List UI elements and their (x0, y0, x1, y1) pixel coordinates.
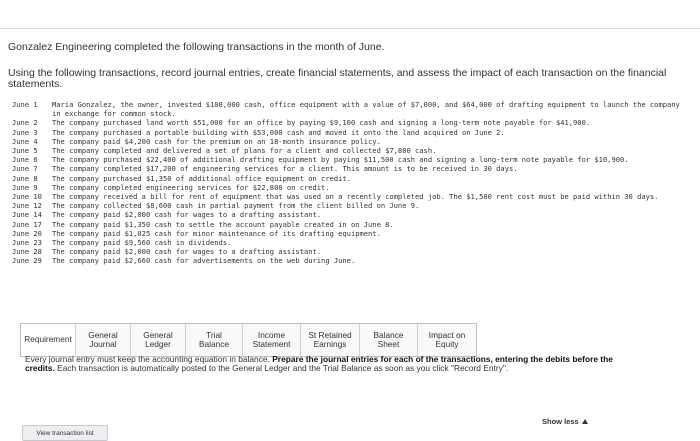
transaction-row: June 2 The company purchased land worth $… (12, 118, 692, 127)
transaction-row: June 10 The company received a bill for r… (12, 192, 692, 201)
instructions: Every journal entry must keep the accoun… (25, 354, 625, 374)
transaction-row: June 8 The company purchased $1,350 of ad… (12, 174, 692, 183)
transaction-row: June 20 The company paid $1,025 cash for … (12, 229, 692, 238)
transaction-date: June 17 (12, 219, 42, 229)
tab-impact-on-equity[interactable]: Impact on Equity (418, 324, 476, 356)
transaction-date: June 3 (12, 127, 38, 137)
tab-st-retained-earnings[interactable]: St Retained Earnings (301, 324, 360, 356)
transaction-text: The company purchased $22,400 of additio… (52, 155, 629, 165)
transaction-date: June 12 (12, 201, 42, 211)
transaction-date: June 1 (12, 100, 38, 109)
transaction-date: June 2 (12, 118, 38, 128)
show-less-label: Show less (542, 417, 579, 426)
transaction-row: June 5 The company completed and delivere… (12, 146, 692, 155)
transaction-text: Maria Gonzalez, the owner, invested $108… (52, 100, 685, 119)
transaction-date: June 10 (12, 192, 42, 202)
transaction-row: June 1 Maria Gonzalez, the owner, investe… (12, 100, 692, 118)
transaction-text: The company paid $1,025 cash for minor m… (52, 228, 381, 238)
transaction-row: June 17 The company paid $1,350 cash to s… (12, 220, 692, 229)
transaction-text: The company purchased land worth $51,000… (52, 118, 591, 128)
triangle-up-icon (581, 419, 588, 424)
transaction-date: June 29 (12, 256, 42, 266)
transaction-row: June 4 The company paid $4,200 cash for t… (12, 137, 692, 146)
transaction-row: June 3 The company purchased a portable b… (12, 128, 692, 137)
transaction-list: June 1 Maria Gonzalez, the owner, investe… (12, 100, 692, 266)
transaction-row: June 23 The company paid $9,560 cash in d… (12, 238, 692, 247)
intro-text: Using the following transactions, record… (8, 67, 667, 90)
top-divider (0, 28, 700, 29)
transaction-date: June 7 (12, 164, 38, 174)
transaction-text: The company purchased $1,350 of addition… (52, 173, 351, 183)
page-title: Gonzalez Engineering completed the follo… (8, 41, 385, 53)
transaction-date: June 9 (12, 182, 38, 192)
transaction-text: The company completed and delivered a se… (52, 146, 437, 156)
transaction-row: June 7 The company completed $17,200 of e… (12, 164, 692, 173)
transaction-date: June 6 (12, 155, 38, 165)
transaction-row: June 12 The company collected $8,600 cash… (12, 201, 692, 210)
show-less-button[interactable]: Show less (542, 417, 588, 426)
transaction-date: June 28 (12, 247, 42, 257)
transaction-text: The company paid $2,660 cash for adverti… (52, 256, 356, 266)
tab-income-statement[interactable]: Income Statement (243, 324, 301, 356)
transaction-date: June 5 (12, 146, 38, 156)
transaction-text: The company completed $17,200 of enginee… (52, 164, 518, 174)
transaction-text: The company completed engineering servic… (52, 182, 330, 192)
tab-requirement[interactable]: Requirement (21, 324, 76, 356)
transaction-text: The company purchased a portable buildin… (52, 127, 505, 137)
transaction-text: The company paid $4,200 cash for the pre… (52, 136, 381, 146)
transaction-text: The company paid $9,560 cash in dividend… (52, 238, 232, 248)
view-transaction-list-label: View transaction list (36, 429, 94, 437)
tab-general-journal[interactable]: General Journal (76, 324, 131, 356)
tab-trial-balance[interactable]: Trial Balance (186, 324, 243, 356)
transaction-date: June 23 (12, 238, 42, 248)
view-transaction-list-button[interactable]: View transaction list (22, 425, 108, 441)
transaction-text: The company paid $2,000 cash for wages t… (52, 247, 322, 257)
transaction-text: The company collected $8,600 cash in par… (52, 201, 420, 211)
transaction-date: June 14 (12, 210, 42, 220)
transaction-text: The company paid $1,350 cash to settle t… (52, 219, 394, 229)
transaction-row: June 6 The company purchased $22,400 of a… (12, 155, 692, 164)
tab-general-ledger[interactable]: General Ledger (131, 324, 186, 356)
transaction-row: June 14 The company paid $2,000 cash for … (12, 210, 692, 219)
transaction-row: June 29 The company paid $2,660 cash for … (12, 256, 692, 265)
tab-bar: Requirement General Journal General Ledger… (20, 323, 477, 357)
tab-balance-sheet[interactable]: Balance Sheet (360, 324, 418, 356)
transaction-date: June 4 (12, 136, 38, 146)
transaction-text: The company paid $2,000 cash for wages t… (52, 210, 322, 220)
transaction-date: June 8 (12, 173, 38, 183)
transaction-text: The company received a bill for rent of … (52, 192, 659, 202)
transaction-row: June 28 The company paid $2,000 cash for … (12, 247, 692, 256)
instructions-part2: Each transaction is automatically posted… (54, 363, 509, 374)
transaction-date: June 20 (12, 228, 42, 238)
transaction-row: June 9 The company completed engineering … (12, 183, 692, 192)
